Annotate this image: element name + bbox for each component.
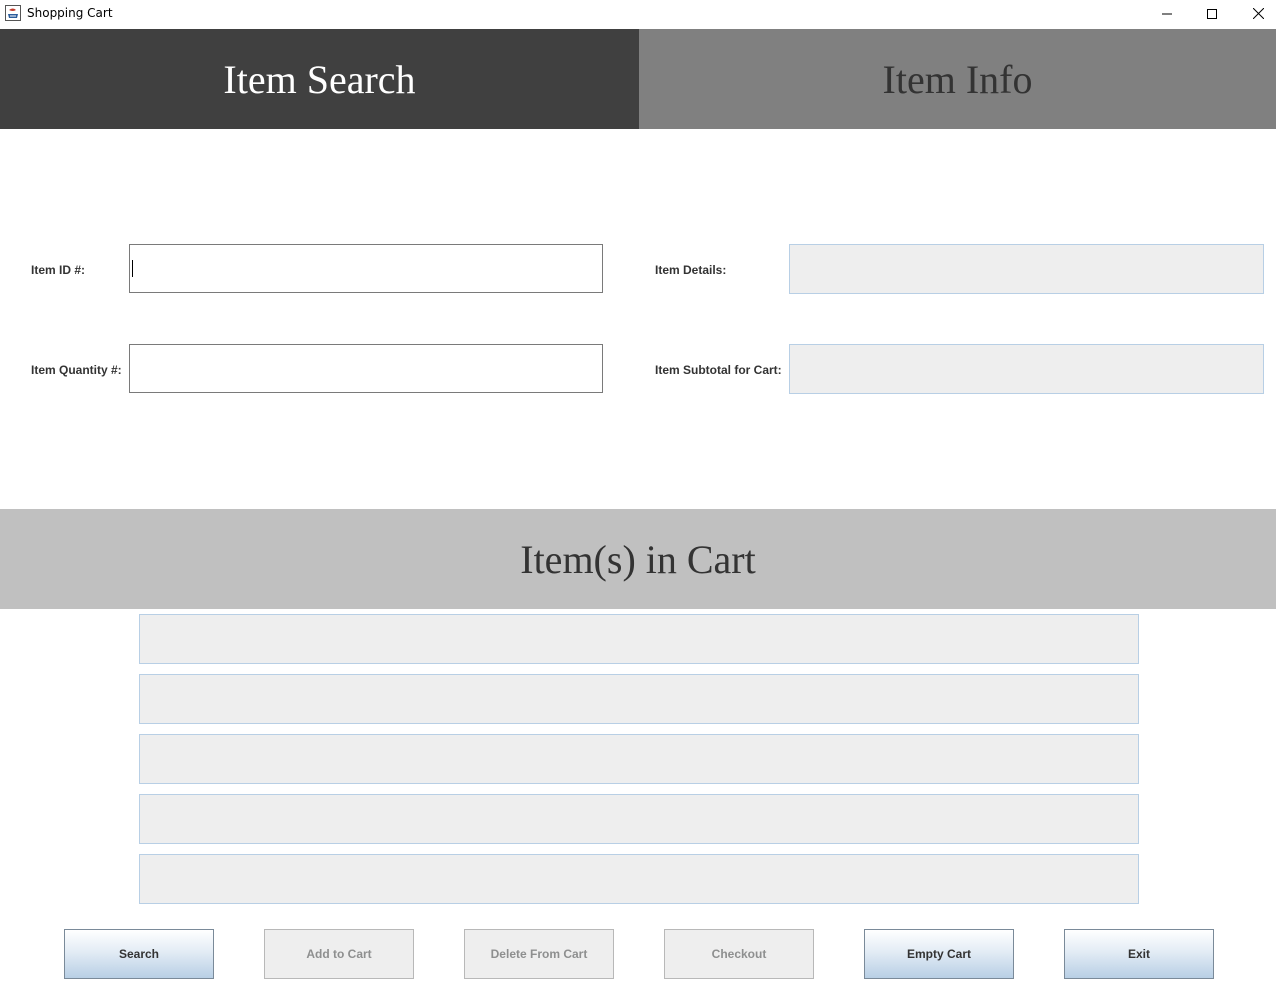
item-quantity-field[interactable] [129,344,603,393]
cart-item-row-4 [139,794,1139,844]
item-search-header: Item Search [0,29,639,129]
item-quantity-label: Item Quantity #: [31,363,122,377]
close-button[interactable] [1235,0,1276,29]
add-to-cart-button-label: Add to Cart [306,947,372,961]
checkout-button-label: Checkout [711,947,767,961]
cart-item-row-5 [139,854,1139,904]
java-app-icon [5,5,21,21]
title-bar: Shopping Cart [0,0,1276,29]
exit-button-label: Exit [1127,947,1150,961]
empty-cart-button[interactable]: Empty Cart [864,929,1014,979]
item-subtotal-label: Item Subtotal for Cart: [655,363,782,377]
minimize-icon [1162,6,1172,24]
window-title: Shopping Cart [27,6,113,20]
search-button[interactable]: Search [64,929,214,979]
item-subtotal-field [789,344,1264,394]
item-info-title: Item Info [882,56,1033,102]
cart-item-row-2 [139,674,1139,724]
search-button-label: Search [118,947,160,961]
item-search-title: Item Search [223,56,416,102]
maximize-icon [1207,6,1217,24]
item-id-label: Item ID #: [31,263,86,277]
maximize-button[interactable] [1189,0,1235,29]
item-details-field [789,244,1264,294]
exit-button[interactable]: Exit [1064,929,1214,979]
cart-title: Item(s) in Cart [520,536,756,582]
delete-from-cart-button[interactable]: Delete From Cart [464,929,614,979]
delete-from-cart-button-label: Delete From Cart [490,947,588,961]
item-id-field[interactable] [129,244,603,293]
close-icon [1252,6,1264,24]
text-caret [132,260,133,277]
cart-header: Item(s) in Cart [0,509,1276,609]
cart-item-row-1 [139,614,1139,664]
item-details-label: Item Details: [655,263,727,277]
item-info-header: Item Info [639,29,1276,129]
cart-item-row-3 [139,734,1139,784]
checkout-button[interactable]: Checkout [664,929,814,979]
empty-cart-button-label: Empty Cart [906,947,971,961]
minimize-button[interactable] [1144,0,1190,29]
add-to-cart-button[interactable]: Add to Cart [264,929,414,979]
